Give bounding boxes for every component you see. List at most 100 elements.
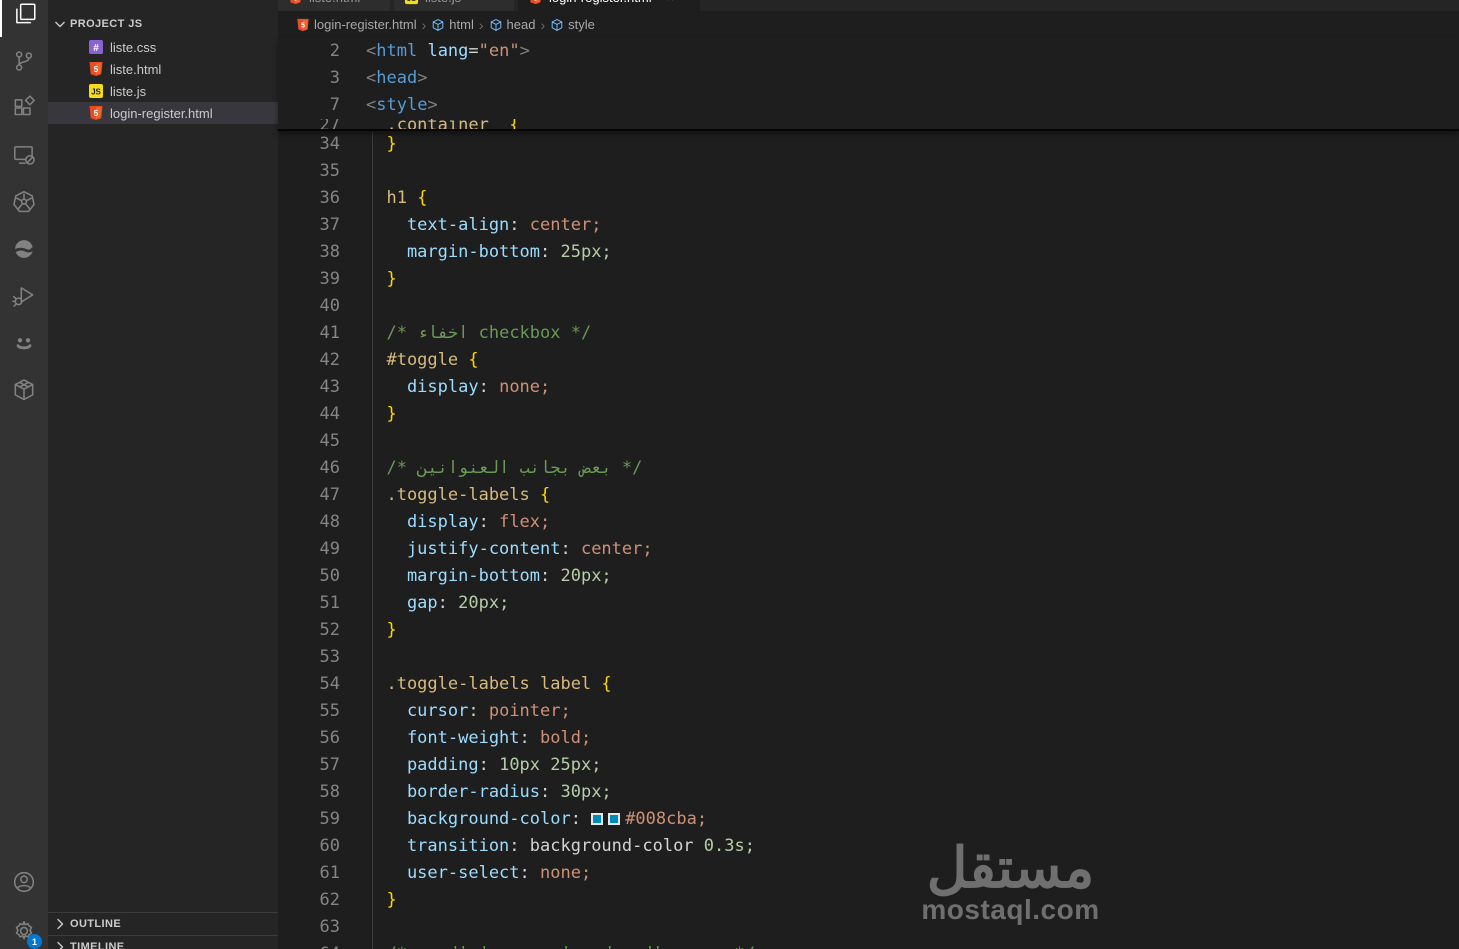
html-file-icon: 5	[88, 105, 110, 121]
explorer-icon[interactable]	[0, 0, 48, 37]
code-line-52[interactable]: 52 }	[278, 617, 1459, 644]
breadcrumb-item-style[interactable]: style	[550, 17, 595, 32]
code-content: /* اخفاء checkbox */	[340, 320, 591, 347]
token: /* بعض بجانب العنوانين */	[366, 458, 643, 478]
code-line-55[interactable]: 55 cursor: pointer;	[278, 698, 1459, 725]
close-tab-icon[interactable]: ×	[666, 0, 675, 6]
section-label: PROJECT JS	[70, 18, 143, 30]
code-line-39[interactable]: 39 }	[278, 266, 1459, 293]
token: display	[366, 377, 479, 397]
code-line-37[interactable]: 37 text-align: center;	[278, 212, 1459, 239]
panel-header-timeline[interactable]: TIMELINE	[48, 935, 278, 949]
settings-gear-icon[interactable]: 1	[0, 907, 48, 949]
token: >	[427, 95, 438, 115]
code-line-59[interactable]: 59 background-color: #008cba;	[278, 806, 1459, 833]
code-line-51[interactable]: 51 gap: 20px;	[278, 590, 1459, 617]
explorer-sidebar: EXPLORER PROJECT JS # liste.css 5 liste.htm…	[48, 0, 278, 949]
code-line-2[interactable]: 2 <html lang="en">	[278, 38, 1459, 65]
file-item-liste.html[interactable]: 5 liste.html	[48, 58, 278, 80]
edge-browser-icon[interactable]	[0, 225, 48, 272]
code-line-48[interactable]: 48 display: flex;	[278, 509, 1459, 536]
code-line-42[interactable]: 42 #toggle {	[278, 347, 1459, 374]
code-line-49[interactable]: 49 justify-content: center;	[278, 536, 1459, 563]
color-swatch[interactable]	[608, 813, 621, 825]
code-content: <html lang="en">	[340, 38, 530, 65]
symbol-cube-icon	[489, 18, 503, 32]
line-number: 50	[319, 566, 340, 586]
code-content	[340, 914, 366, 941]
code-line-62[interactable]: 62 }	[278, 887, 1459, 914]
code-line-46[interactable]: 46 /* بعض بجانب العنوانين */	[278, 455, 1459, 482]
token: 10px 25px;	[499, 755, 602, 775]
token: :	[519, 863, 541, 883]
code-lines[interactable]: 34 } 35 36 h1 {37 text-align: center; 38 ma…	[278, 131, 1459, 949]
code-line-47[interactable]: 47 .toggle-labels {	[278, 482, 1459, 509]
code-line-41[interactable]: 41 /* اخفاء checkbox */	[278, 320, 1459, 347]
breadcrumb-item-file[interactable]: 5 login-register.html	[296, 17, 417, 32]
file-item-liste.js[interactable]: JS liste.js	[48, 80, 278, 102]
token: h1	[366, 188, 418, 208]
breadcrumb-separator: ›	[421, 16, 427, 33]
code-line-54[interactable]: 54 .toggle-labels label {	[278, 671, 1459, 698]
tab-liste.js[interactable]: JS liste.js	[394, 0, 514, 11]
extensions-icon[interactable]	[0, 84, 48, 131]
panel-header-outline[interactable]: OUTLINE	[48, 912, 278, 935]
tab-liste.html[interactable]: 5 liste.html	[278, 0, 390, 11]
token: }	[366, 620, 397, 640]
code-content: .container {	[340, 119, 519, 129]
tab-label: login-register.html	[549, 0, 652, 5]
code-line-34[interactable]: 34 }	[278, 131, 1459, 158]
chevron-right-icon	[52, 916, 70, 932]
code-line-60[interactable]: 60 transition: background-color 0.3s;	[278, 833, 1459, 860]
code-line-7[interactable]: 7 <style>	[278, 92, 1459, 119]
html-file-icon: 5	[288, 0, 303, 5]
code-line-45[interactable]: 45	[278, 428, 1459, 455]
source-control-icon[interactable]	[0, 37, 48, 84]
code-line-57[interactable]: 57 padding: 10px 25px;	[278, 752, 1459, 779]
code-line-36[interactable]: 36 h1 {	[278, 185, 1459, 212]
line-number: 44	[319, 404, 340, 424]
breadcrumb-item-html[interactable]: html	[431, 17, 474, 32]
code-line-40[interactable]: 40	[278, 293, 1459, 320]
kubernetes-icon[interactable]	[0, 178, 48, 225]
code-line-3[interactable]: 3 <head>	[278, 65, 1459, 92]
line-number: 47	[319, 485, 340, 505]
run-and-debug-icon[interactable]	[0, 272, 48, 319]
color-swatch[interactable]	[591, 813, 604, 825]
code-line-27[interactable]: 27 .container {	[278, 119, 1459, 129]
tab-label: liste.js	[425, 0, 461, 5]
vscode-window: 1 EXPLORER PROJECT JS # liste.css 5 liste.h…	[0, 0, 1459, 949]
file-item-liste.css[interactable]: # liste.css	[48, 36, 278, 58]
code-line-64[interactable]: 64 /* تنسيق الحقول بجانب بعضها البعض */	[278, 941, 1459, 949]
code-editor[interactable]: 34 } 35 36 h1 {37 text-align: center; 38 ma…	[278, 38, 1459, 949]
code-line-53[interactable]: 53	[278, 644, 1459, 671]
js-file-icon: JS	[88, 83, 110, 99]
tab-login-register.html[interactable]: 5 login-register.html ×	[518, 0, 700, 11]
code-line-43[interactable]: 43 display: none;	[278, 374, 1459, 401]
editor-group: 5 liste.html JS liste.js 5 login-register.htm…	[278, 0, 1459, 949]
token: :	[560, 539, 581, 559]
code-line-58[interactable]: 58 border-radius: 30px;	[278, 779, 1459, 806]
code-line-56[interactable]: 56 font-weight: bold;	[278, 725, 1459, 752]
account-icon[interactable]	[0, 858, 48, 905]
containers-icon[interactable]	[0, 366, 48, 413]
file-item-login-register.html[interactable]: 5 login-register.html	[48, 102, 278, 124]
code-line-38[interactable]: 38 margin-bottom: 25px;	[278, 239, 1459, 266]
breadcrumb-separator: ›	[540, 16, 546, 33]
code-line-44[interactable]: 44 }	[278, 401, 1459, 428]
breadcrumb[interactable]: 5 login-register.html › html › head › style	[278, 11, 1459, 38]
code-line-35[interactable]: 35	[278, 158, 1459, 185]
file-label: liste.js	[110, 83, 147, 99]
token: }	[366, 269, 397, 289]
remote-explorer-icon[interactable]	[0, 131, 48, 178]
code-line-50[interactable]: 50 margin-bottom: 20px;	[278, 563, 1459, 590]
code-line-61[interactable]: 61 user-select: none;	[278, 860, 1459, 887]
code-line-63[interactable]: 63	[278, 914, 1459, 941]
sidebar-section-project-js[interactable]: PROJECT JS	[48, 13, 278, 35]
line-number: 63	[319, 917, 340, 937]
explorer-title: EXPLORER	[68, 0, 208, 4]
breadcrumb-item-head[interactable]: head	[489, 17, 535, 32]
live-share-icon[interactable]	[0, 319, 48, 366]
token: }	[366, 404, 397, 424]
